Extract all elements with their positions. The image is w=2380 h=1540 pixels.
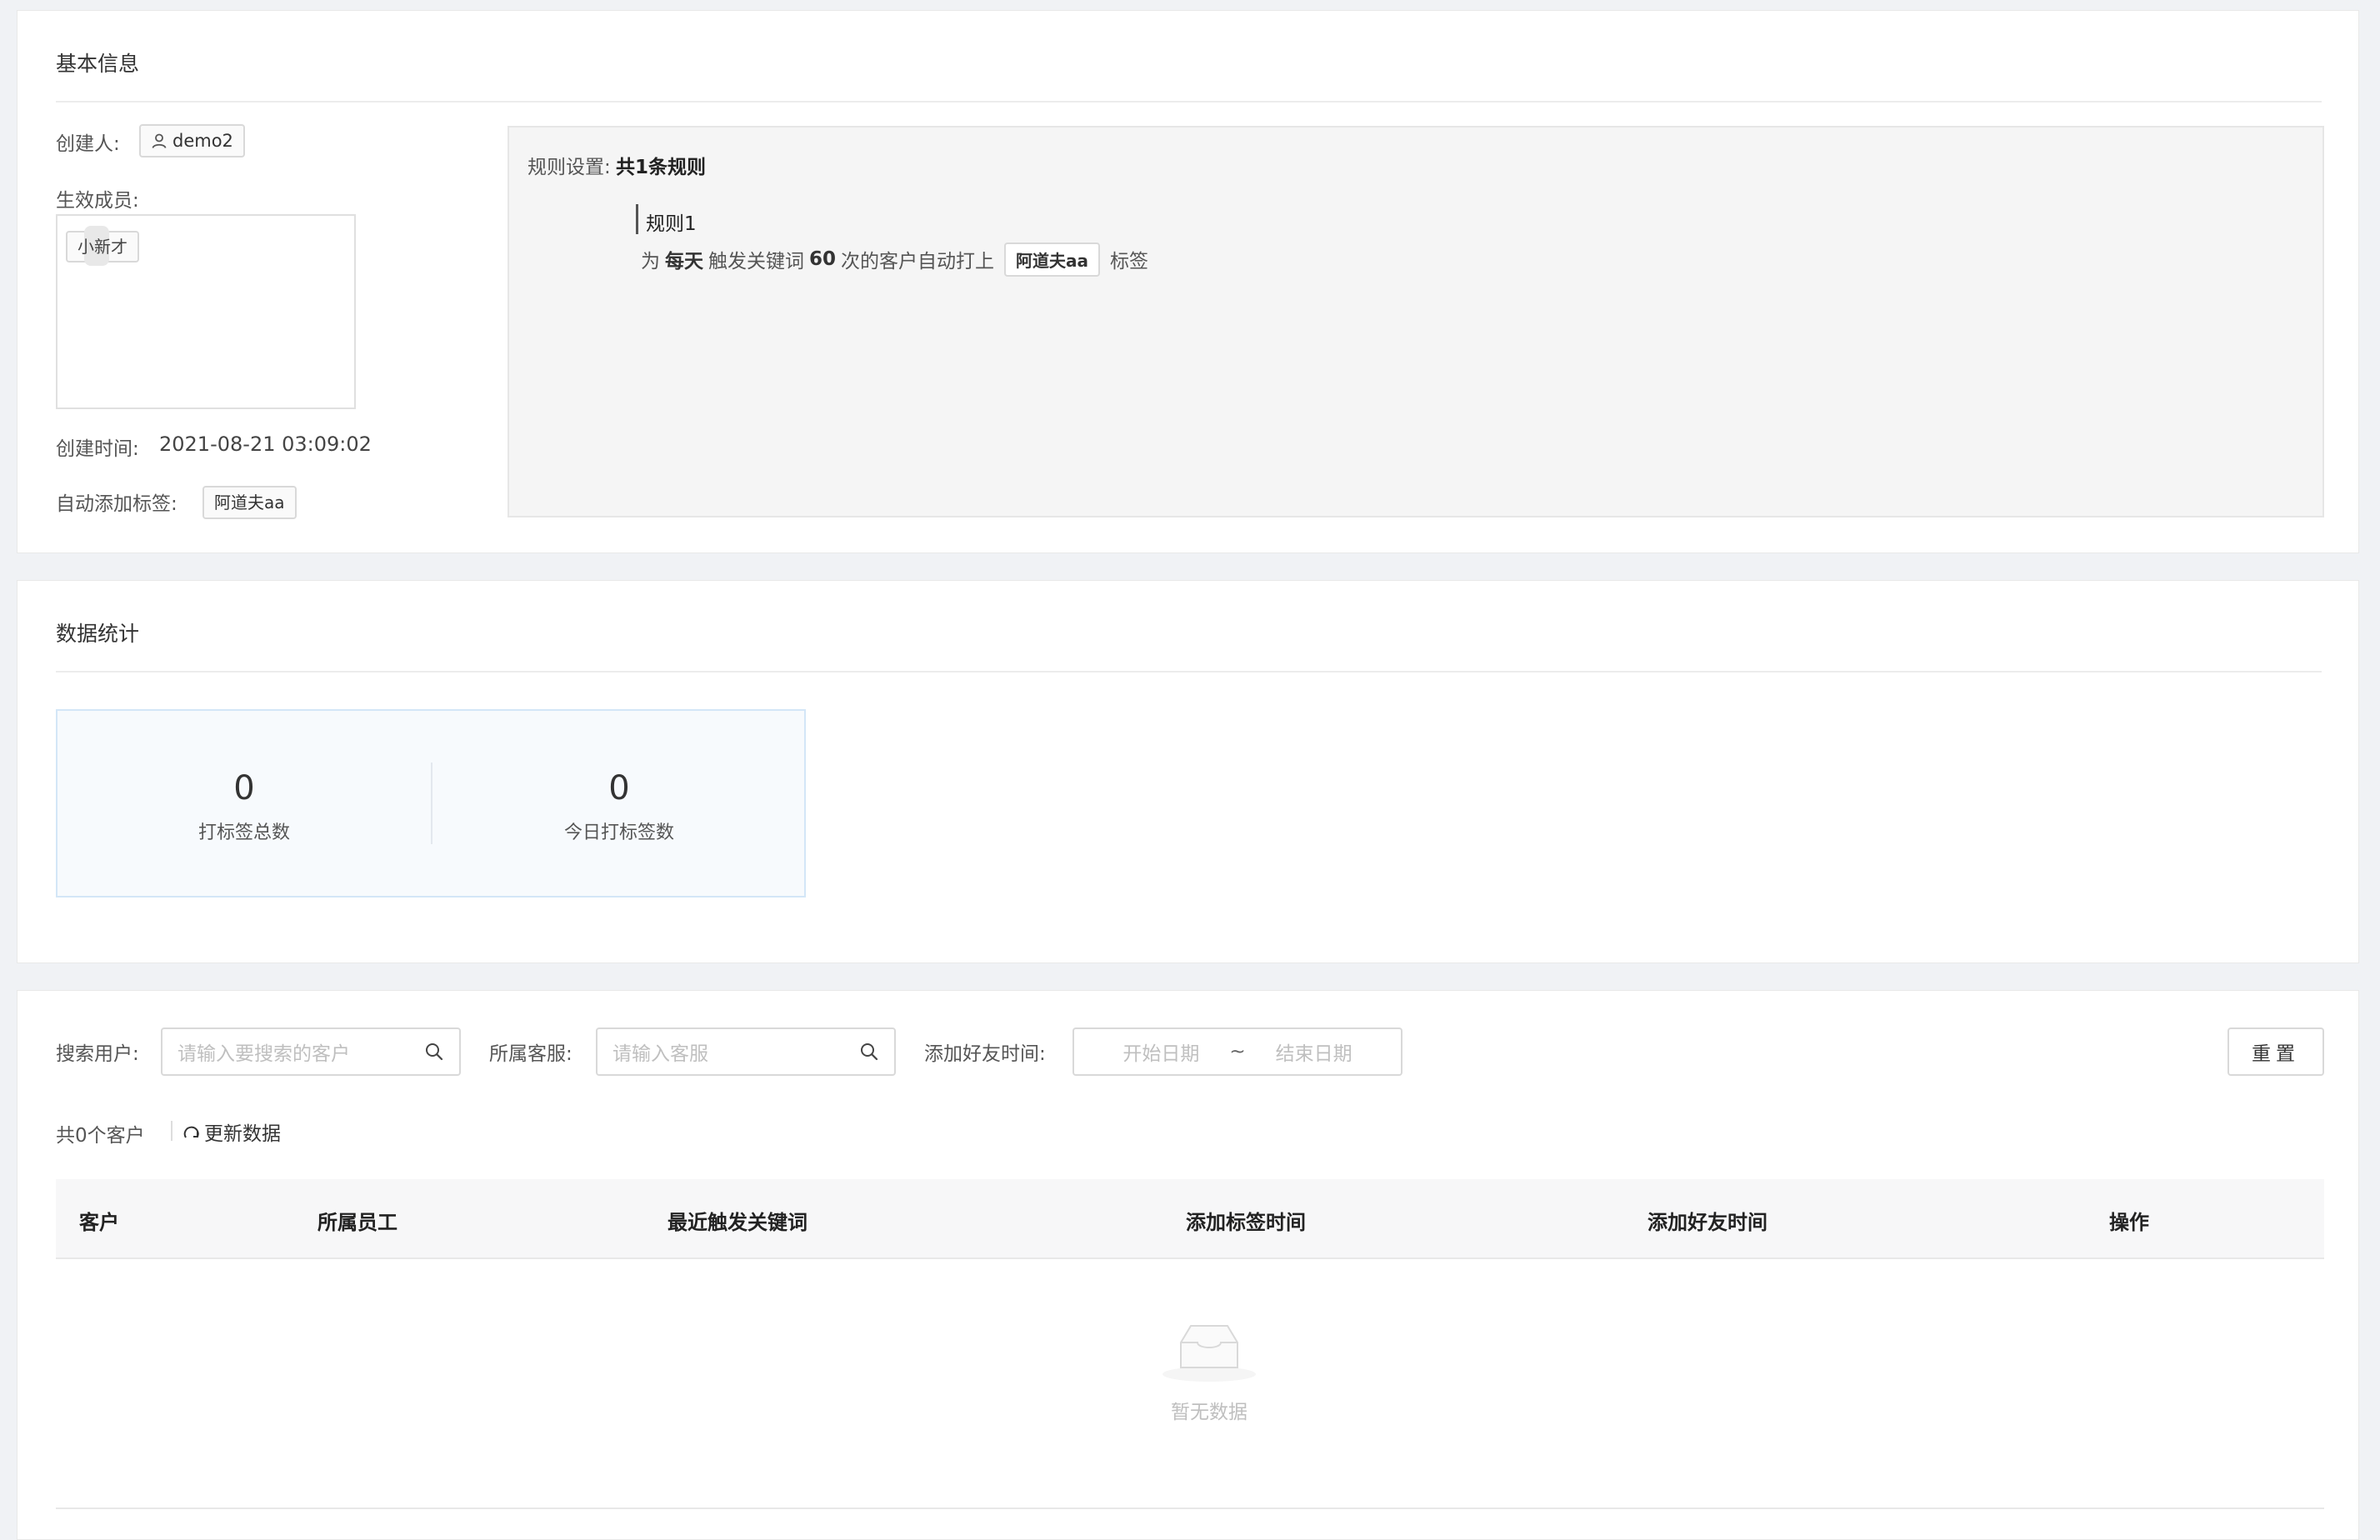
rule-title: 规则1: [646, 213, 697, 235]
search-user-label: 搜索用户:: [56, 1043, 139, 1065]
basic-info-divider: [56, 101, 2322, 102]
column-header-tag-time: 添加标签时间: [1186, 1211, 1306, 1234]
add-time-label: 添加好友时间:: [924, 1043, 1046, 1065]
date-separator: ~: [1229, 1041, 1246, 1062]
table-bottom-border: [56, 1508, 2324, 1509]
rule-description: 为 每天 触发关键词 60 次的客户自动打上 阿道夫aa 标签: [641, 241, 1148, 278]
summary-divider: [171, 1121, 172, 1141]
start-date-input[interactable]: 开始日期: [1122, 1038, 1199, 1066]
stats-title: 数据统计: [56, 622, 140, 646]
refresh-icon: [183, 1126, 199, 1138]
service-label: 所属客服:: [489, 1043, 572, 1065]
rules-panel: 规则设置: 共1条规则 规则1 为 每天 触发关键词 60 次的客户自动打上 阿…: [508, 126, 2324, 518]
rule-text-prefix: 为: [641, 251, 660, 272]
search-icon[interactable]: [859, 1042, 879, 1062]
refresh-text: 更新数据: [204, 1123, 281, 1145]
stat-today-value: 0: [608, 769, 630, 808]
member-name: 小新才: [78, 237, 128, 257]
rules-count: 共1条规则: [616, 157, 707, 178]
search-user-placeholder: 请输入要搜索的客户: [178, 1043, 350, 1065]
stat-today: 0 今日打标签数: [432, 711, 806, 896]
rule-title-bar: [636, 204, 638, 234]
rule-tag: 阿道夫aa: [1004, 242, 1101, 277]
rule-text-mid: 触发关键词: [708, 251, 804, 272]
empty-inbox-icon: [1162, 1325, 1256, 1382]
column-header-keyword: 最近触发关键词: [668, 1211, 808, 1234]
column-header-friend-time: 添加好友时间: [1648, 1211, 1768, 1234]
reset-button[interactable]: 重置: [2228, 1028, 2324, 1076]
stats-divider: [56, 671, 2322, 672]
empty-state: 暂无数据: [1126, 1318, 1292, 1424]
column-header-staff: 所属员工: [318, 1211, 398, 1234]
creator-label: 创建人:: [56, 133, 120, 155]
created-time-value: 2021-08-21 03:09:02: [159, 432, 372, 456]
empty-text: 暂无数据: [1171, 1402, 1248, 1423]
auto-tag-value: 阿道夫aa: [202, 486, 297, 519]
members-label: 生效成员:: [56, 190, 139, 212]
created-time-label: 创建时间:: [56, 438, 139, 460]
stats-box: 0 打标签总数 0 今日打标签数: [56, 709, 806, 898]
members-box: 小新才: [56, 214, 356, 409]
stat-total-value: 0: [233, 769, 255, 808]
search-user-input[interactable]: 请输入要搜索的客户: [161, 1028, 461, 1076]
rule-text-end: 标签: [1110, 251, 1149, 272]
refresh-data-button[interactable]: 更新数据: [182, 1118, 281, 1146]
service-placeholder: 请输入客服: [612, 1043, 708, 1065]
customer-list-card: 搜索用户: 请输入要搜索的客户 所属客服: 请输入客服 添加好友时间: 开始日期…: [17, 990, 2359, 1540]
rule-frequency: 每天: [665, 251, 703, 272]
column-header-actions: 操作: [2109, 1211, 2149, 1234]
basic-info-card: 基本信息 创建人: demo2 生效成员: 小新才 创建时间: 2021-08-…: [17, 10, 2359, 553]
customer-count: 共0个客户: [56, 1125, 145, 1147]
date-range-picker[interactable]: 开始日期 ~ 结束日期: [1072, 1028, 1402, 1076]
creator-name: demo2: [172, 131, 233, 151]
rules-label: 规则设置:: [528, 157, 611, 178]
stat-today-label: 今日打标签数: [563, 822, 674, 843]
rule-count: 60: [809, 248, 837, 270]
column-header-customer: 客户: [79, 1211, 119, 1234]
stats-card: 数据统计 0 打标签总数 0 今日打标签数: [17, 580, 2359, 963]
basic-info-title: 基本信息: [56, 52, 140, 76]
stat-total-label: 打标签总数: [198, 822, 290, 843]
user-icon: [152, 133, 167, 148]
stat-total: 0 打标签总数: [58, 711, 431, 896]
auto-tag-label: 自动添加标签:: [56, 493, 178, 515]
rule-text-suffix: 次的客户自动打上: [841, 251, 995, 272]
creator-tag: demo2: [139, 124, 245, 158]
search-icon[interactable]: [424, 1042, 444, 1062]
member-tag: 小新才: [66, 226, 139, 266]
service-input[interactable]: 请输入客服: [596, 1028, 896, 1076]
end-date-input[interactable]: 结束日期: [1276, 1038, 1352, 1066]
table-header: 客户 所属员工 最近触发关键词 添加标签时间 添加好友时间 操作: [56, 1179, 2324, 1259]
